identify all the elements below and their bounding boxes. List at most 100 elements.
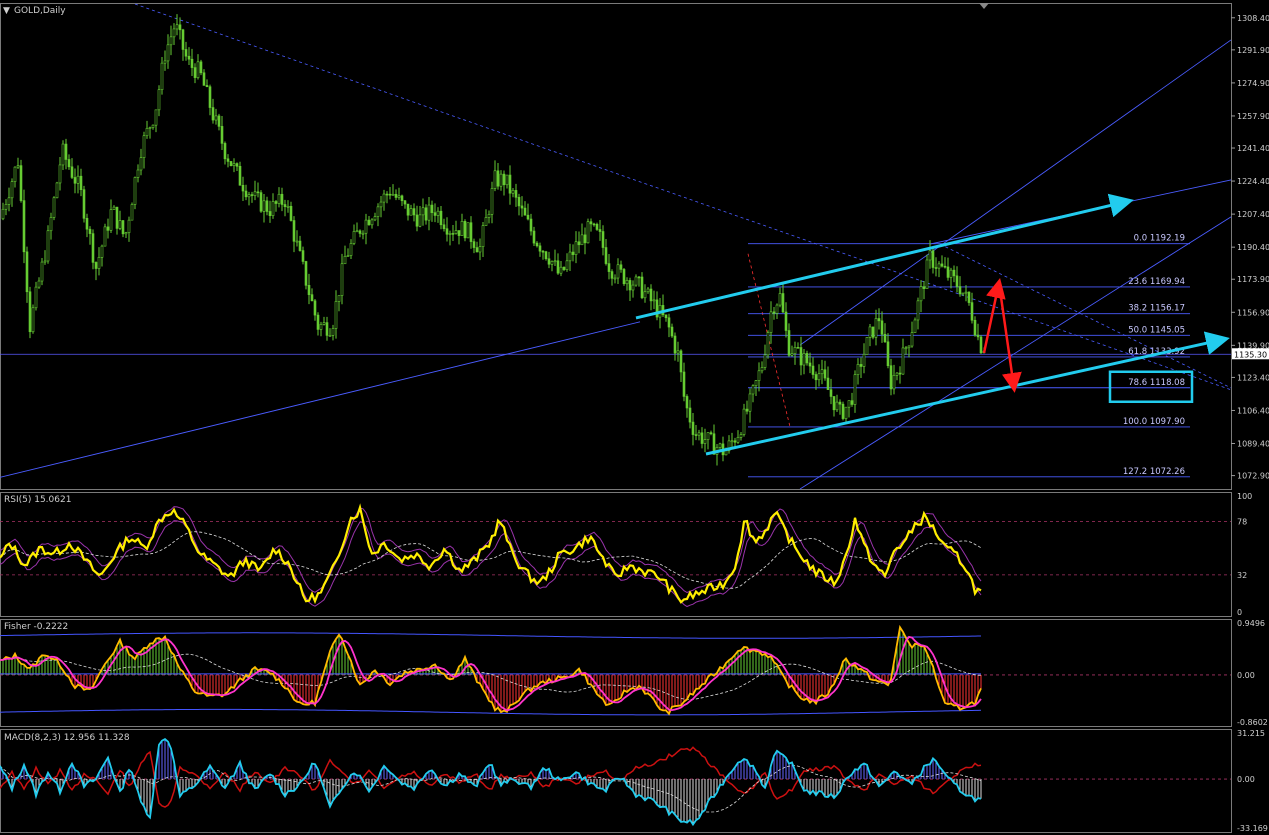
candle-body [31,307,35,333]
candle-body [772,311,776,314]
candle-body [226,158,230,162]
candle-body [886,341,890,366]
candle-body [286,205,290,208]
candle-body [202,72,206,86]
candle-body [388,193,392,196]
candle-body [550,261,554,265]
candle-body [181,29,185,50]
candle-body [532,230,536,244]
candle-body [871,326,875,338]
candle-body [475,247,479,253]
candle-body [913,319,917,333]
y-tick-label: 1190.40 [1237,243,1269,252]
candle-body [301,250,305,262]
candle-body [742,408,746,435]
candle-body [76,175,80,184]
candle-body [646,288,650,293]
candle-body [337,295,341,302]
candle-body [418,214,422,227]
candle-body [964,291,968,294]
candle-body [679,350,683,373]
candle-body [79,175,83,190]
candle-body [652,299,656,302]
candle-body [901,347,905,375]
candle-body [169,36,173,46]
candle-body [430,204,434,213]
candle-body [811,365,815,375]
candle-body [943,265,947,268]
candle-body [949,269,953,278]
candle-body [931,250,935,268]
candle-body [670,326,674,337]
candle-body [61,143,65,166]
fib-level-label: 23.6 1169.94 [1128,277,1185,287]
candle-body [211,107,215,121]
candle-body [505,174,509,186]
candle-body [958,286,962,295]
candle-body [730,440,734,443]
candle-body [823,369,827,379]
candle-body [34,286,38,309]
candle-body [412,208,416,216]
macd-tick-label: -33.169 [1237,824,1268,833]
y-tick-label: 1274.90 [1237,79,1269,88]
candle-body [379,201,383,208]
candle-body [271,201,275,216]
candle-body [895,372,899,376]
candle-body [946,266,950,278]
candle-body [706,432,710,440]
candle-body [70,166,74,178]
candle-body [160,62,164,91]
candle-body [538,245,542,252]
candle-body [763,354,767,368]
candle-body [502,173,506,186]
candle-body [100,245,104,258]
candle-body [838,401,842,405]
candle-body [775,304,779,314]
fib-level-label: 50.0 1145.05 [1128,325,1185,335]
candle-body [622,269,626,285]
candle-body [625,280,629,285]
candle-body [490,188,494,215]
candle-body [571,251,575,255]
candle-body [400,195,404,202]
candle-body [784,311,788,331]
candle-body [193,67,197,78]
macd-tick-label: 0.00 [1237,775,1255,784]
candle-body [262,200,266,212]
candle-body [463,221,467,239]
candle-body [565,260,569,270]
candle-body [358,230,362,234]
candle-body [874,318,878,338]
candle-body [406,203,410,216]
candle-body [616,264,620,279]
candle-body [178,24,182,31]
candle-body [277,193,281,204]
candle-body [280,193,284,205]
candle-body [88,228,92,234]
candle-body [925,259,929,289]
candle-body [508,174,512,194]
candle-body [64,143,68,160]
candle-body [583,234,587,244]
candle-body [574,241,578,255]
candle-body [733,440,737,443]
y-tick-label: 1173.90 [1237,275,1269,284]
candle-body [376,206,380,217]
candle-body [46,230,50,262]
candle-body [52,197,56,218]
candle-body [859,364,863,367]
rsi-tick-label: 32 [1237,571,1247,580]
candle-body [37,280,41,288]
candle-body [814,374,818,381]
candle-body [511,190,515,194]
candle-body [760,367,764,372]
candle-body [889,365,893,390]
fib-level-label: 0.0 1192.19 [1134,234,1185,244]
chart-collapse-icon[interactable]: ▼ [3,6,10,16]
candle-body [868,326,872,338]
candle-body [928,250,932,261]
candle-body [667,317,671,328]
candle-body [556,260,560,274]
candle-body [562,266,566,270]
